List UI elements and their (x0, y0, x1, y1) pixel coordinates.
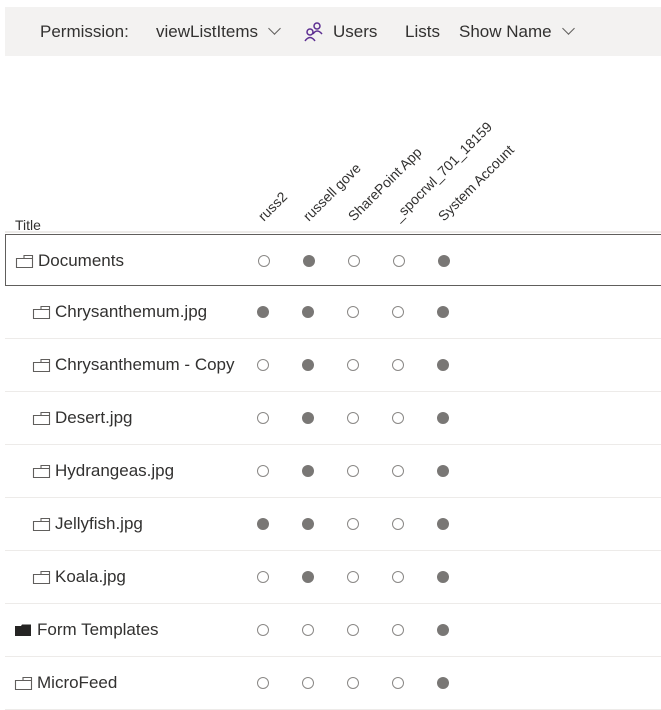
permission-granted-indicator (437, 465, 449, 477)
users-icon (304, 21, 323, 41)
row-title: Documents (15, 235, 124, 287)
permission-granted-indicator (437, 359, 449, 371)
row-title-text: Koala.jpg (55, 567, 126, 586)
permission-denied-indicator (347, 412, 359, 424)
column-header-user[interactable]: russ2 (255, 188, 291, 224)
permission-denied-indicator (257, 412, 269, 424)
permission-granted-indicator (437, 412, 449, 424)
permission-denied-indicator (348, 255, 360, 267)
lists-button[interactable]: Lists (405, 7, 440, 56)
row-title: MicroFeed (14, 657, 117, 709)
permission-denied-indicator (392, 359, 404, 371)
table-row[interactable]: MicroFeed (5, 657, 661, 710)
permission-denied-indicator (257, 571, 269, 583)
permission-value: viewListItems (156, 21, 259, 41)
folder-outline-icon (15, 254, 34, 268)
permission-granted-indicator (437, 306, 449, 318)
permission-denied-indicator (392, 677, 404, 689)
row-title-text: Jellyfish.jpg (55, 514, 143, 533)
permission-granted-indicator (257, 518, 269, 530)
permission-denied-indicator (347, 518, 359, 530)
permission-granted-indicator (437, 518, 449, 530)
folder-outline-icon (14, 676, 33, 690)
table-row[interactable]: Hydrangeas.jpg (5, 445, 661, 498)
permission-denied-indicator (258, 255, 270, 267)
permission-granted-indicator (437, 677, 449, 689)
folder-outline-icon (32, 305, 51, 319)
row-title: Desert.jpg (32, 392, 132, 444)
permission-denied-indicator (257, 465, 269, 477)
permission-denied-indicator (392, 412, 404, 424)
table-row[interactable]: Koala.jpg (5, 551, 661, 604)
folder-outline-icon (32, 464, 51, 478)
show-name-label: Show Name (459, 21, 552, 41)
row-title-text: Desert.jpg (55, 408, 133, 427)
permission-denied-indicator (393, 255, 405, 267)
permission-dropdown[interactable]: viewListItems (156, 7, 281, 56)
table-row[interactable]: Documents (5, 234, 661, 286)
show-name-dropdown[interactable]: Show Name (459, 7, 575, 56)
folder-outline-icon (32, 570, 51, 584)
row-title: Chrysanthemum.jpg (32, 286, 207, 338)
row-title-text: Chrysanthemum.jpg (55, 302, 208, 321)
permission-denied-indicator (392, 465, 404, 477)
permission-denied-indicator (347, 359, 359, 371)
permission-toolbar: Permission: viewListItems Users Lists Sh… (5, 7, 661, 56)
permission-denied-indicator (257, 359, 269, 371)
folder-outline-icon (32, 517, 51, 531)
permission-granted-indicator (302, 359, 314, 371)
permission-denied-indicator (347, 624, 359, 636)
permission-granted-indicator (437, 624, 449, 636)
row-title-text: Documents (38, 251, 124, 270)
row-title: Koala.jpg (32, 551, 126, 603)
permission-granted-indicator (302, 571, 314, 583)
permission-denied-indicator (302, 624, 314, 636)
permission-denied-indicator (392, 518, 404, 530)
chevron-down-icon (268, 22, 281, 35)
permission-table-body: Documents Chrysanthemum.jpg Chrysanthemum … (5, 234, 661, 710)
row-title-text: Form Templates (37, 620, 159, 639)
table-header: Title russ2 russell gove SharePoint App … (0, 56, 661, 234)
permission-granted-indicator (437, 571, 449, 583)
row-title: Form Templates (14, 604, 159, 656)
folder-filled-icon (15, 624, 31, 636)
permission-granted-indicator (303, 255, 315, 267)
users-button[interactable]: Users (303, 7, 377, 56)
row-title-text: MicroFeed (37, 673, 118, 692)
permission-granted-indicator (302, 518, 314, 530)
permission-denied-indicator (257, 677, 269, 689)
permission-granted-indicator (257, 306, 269, 318)
table-row[interactable]: Jellyfish.jpg (5, 498, 661, 551)
table-row[interactable]: Chrysanthemum.jpg (5, 286, 661, 339)
permission-denied-indicator (347, 306, 359, 318)
permission-denied-indicator (302, 677, 314, 689)
permission-denied-indicator (392, 306, 404, 318)
folder-outline-icon (32, 411, 51, 425)
permission-granted-indicator (302, 306, 314, 318)
permission-granted-indicator (438, 255, 450, 267)
row-title-text: Chrysanthemum - Copy ( (55, 355, 240, 374)
table-row[interactable]: Chrysanthemum - Copy ( (5, 339, 661, 392)
header-divider (5, 231, 661, 233)
table-row[interactable]: Form Templates (5, 604, 661, 657)
permission-label: Permission: (40, 21, 129, 41)
row-title: Hydrangeas.jpg (32, 445, 174, 497)
table-row[interactable]: Desert.jpg (5, 392, 661, 445)
row-title-text: Hydrangeas.jpg (55, 461, 175, 480)
row-title: Jellyfish.jpg (32, 498, 143, 550)
row-title: Chrysanthemum - Copy ( (32, 339, 240, 391)
permission-granted-indicator (302, 465, 314, 477)
permission-denied-indicator (392, 624, 404, 636)
permission-denied-indicator (347, 571, 359, 583)
permission-denied-indicator (257, 624, 269, 636)
permission-granted-indicator (302, 412, 314, 424)
permission-denied-indicator (347, 465, 359, 477)
permission-denied-indicator (392, 571, 404, 583)
permission-denied-indicator (347, 677, 359, 689)
users-label: Users (333, 21, 378, 41)
chevron-down-icon (561, 22, 575, 35)
folder-outline-icon (32, 358, 51, 372)
